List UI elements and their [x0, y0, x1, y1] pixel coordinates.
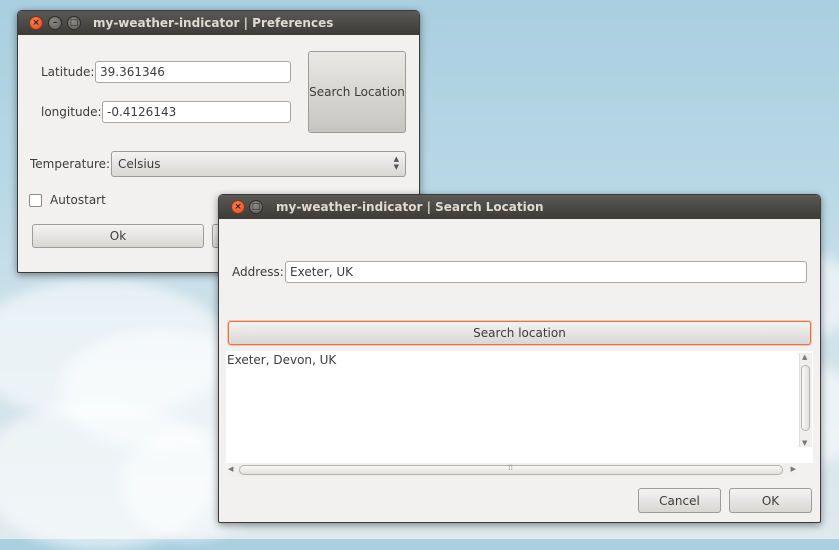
search-location-window: × □ my-weather-indicator | Search Locati…	[218, 194, 821, 523]
scroll-up-icon[interactable]: ▲	[802, 353, 807, 361]
temperature-select-value: Celsius	[118, 157, 161, 171]
maximize-icon[interactable]: □	[67, 16, 81, 30]
horizontal-scroll-thumb[interactable]: ⁞⁞	[239, 463, 783, 475]
temperature-select[interactable]: Celsius ▲ ▼	[111, 151, 406, 177]
search-location-button[interactable]: Search Location	[308, 51, 406, 133]
latitude-label: Latitude:	[41, 65, 95, 79]
scroll-left-icon[interactable]: ◀	[228, 465, 233, 473]
scroll-right-icon[interactable]: ▶	[791, 465, 796, 473]
results-list[interactable]: Exeter, Devon, UK	[226, 351, 813, 463]
ok-button[interactable]: OK	[729, 488, 812, 513]
horizontal-scrollbar[interactable]: ◀ ⁞⁞ ▶	[228, 463, 796, 477]
close-icon[interactable]: ×	[29, 16, 43, 30]
temperature-label: Temperature:	[30, 157, 111, 171]
latitude-field[interactable]	[95, 61, 291, 83]
window-title: my-weather-indicator | Search Location	[276, 200, 544, 214]
cancel-button-label: Cancel	[659, 493, 700, 508]
maximize-icon[interactable]: □	[249, 200, 263, 214]
window-title: my-weather-indicator | Preferences	[93, 16, 334, 30]
search-location-titlebar[interactable]: × □ my-weather-indicator | Search Locati…	[219, 195, 820, 219]
autostart-label: Autostart	[50, 193, 106, 207]
list-item[interactable]: Exeter, Devon, UK	[227, 353, 336, 367]
longitude-field[interactable]	[102, 101, 291, 123]
ok-button-label: Ok	[109, 229, 127, 243]
search-location-button[interactable]: Search location	[228, 321, 811, 345]
scroll-down-icon[interactable]: ▼	[802, 439, 807, 447]
minimize-icon[interactable]: –	[48, 16, 62, 30]
cancel-button[interactable]: Cancel	[638, 488, 721, 513]
ok-button-label: OK	[761, 493, 780, 508]
grip-icon: ⁞⁞	[508, 463, 514, 472]
address-label: Address:	[232, 265, 284, 279]
search-location-button-label: Search location	[473, 326, 566, 340]
address-field[interactable]	[285, 261, 807, 283]
vertical-scrollbar[interactable]: ▲ ▼	[799, 353, 812, 447]
search-location-button-label: Search Location	[309, 85, 405, 99]
vertical-scroll-thumb[interactable]	[801, 365, 810, 431]
ok-button[interactable]: Ok	[32, 224, 204, 248]
preferences-titlebar[interactable]: × – □ my-weather-indicator | Preferences	[18, 11, 419, 35]
close-icon[interactable]: ×	[231, 200, 245, 214]
longitude-label: longitude:	[41, 105, 102, 119]
spin-arrows-icon: ▲ ▼	[393, 155, 399, 171]
autostart-checkbox[interactable]	[29, 194, 42, 207]
